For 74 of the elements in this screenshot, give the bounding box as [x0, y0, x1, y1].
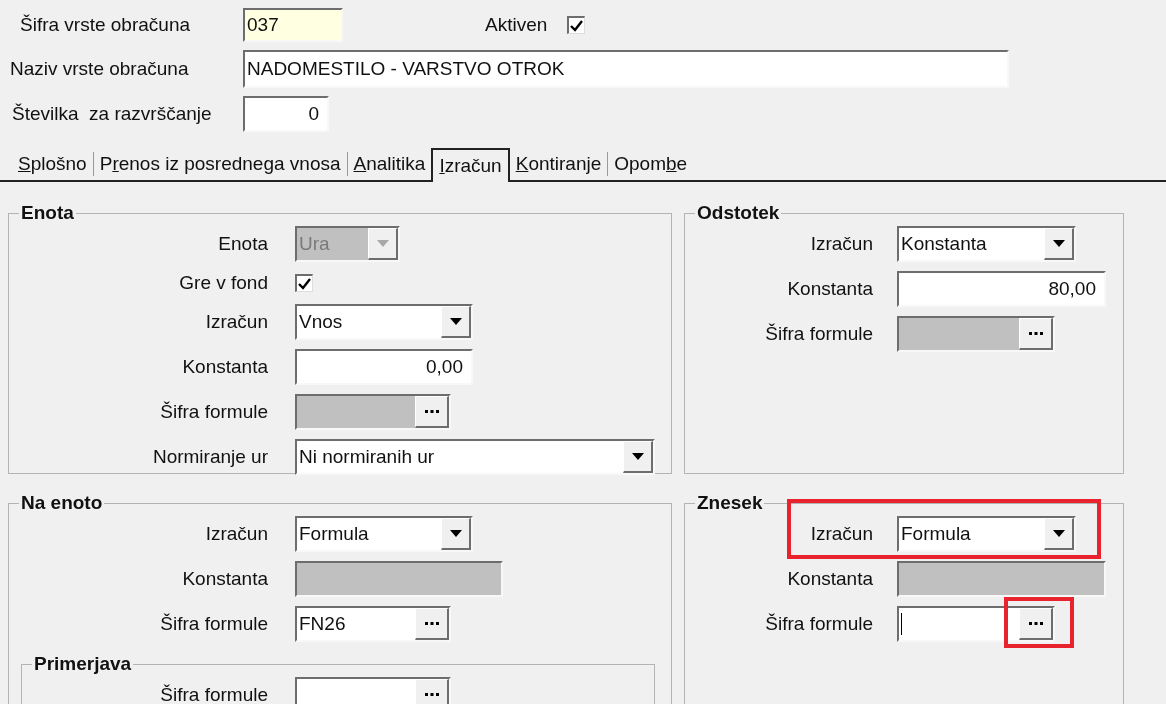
ellipsis-icon	[424, 692, 439, 697]
field-label: Normiranje ur	[151, 446, 268, 468]
field-label: Izračun	[809, 523, 873, 545]
caret-icon	[376, 240, 389, 247]
check-icon	[298, 277, 311, 290]
dropdown-value: Ni normiranih ur	[299, 446, 435, 468]
dropdown-field[interactable]: Konstanta	[897, 226, 1076, 262]
browse-button[interactable]	[415, 608, 449, 640]
group-title: Primerjava	[33, 655, 133, 673]
group-title: Znesek	[696, 494, 764, 512]
field-value: FN26	[299, 613, 346, 635]
ellipsis-icon	[1028, 621, 1043, 626]
field-label: Naziv vrste obračuna	[9, 58, 190, 80]
caret-icon	[1052, 240, 1065, 247]
ellipsis-icon	[424, 409, 439, 414]
browse-button[interactable]	[1019, 608, 1053, 640]
dropdown-field[interactable]: Formula	[295, 516, 473, 552]
dropdown-value: Konstanta	[901, 233, 987, 255]
ellipsis-icon	[1028, 331, 1043, 336]
code-field[interactable]: 037	[243, 8, 343, 42]
name-field[interactable]: NADOMESTILO - VARSTVO OTROK	[243, 50, 1009, 88]
caret-icon	[1052, 530, 1065, 537]
dropdown-button[interactable]	[623, 441, 653, 473]
field-label: Številka za razvrščanje	[11, 103, 213, 125]
field-label: Enota	[217, 233, 268, 255]
field-label: Šifra formule	[159, 613, 268, 635]
field-value: 80,00	[1048, 278, 1096, 300]
lookup-field[interactable]	[295, 677, 451, 704]
dropdown-value: Vnos	[299, 311, 343, 333]
lookup-field[interactable]: FN26	[295, 606, 451, 642]
field-value: 037	[247, 14, 279, 36]
check-icon	[570, 19, 583, 32]
field-label: Gre v fond	[178, 272, 268, 294]
number-field[interactable]: 80,00	[897, 271, 1106, 307]
tab[interactable]: Izračun	[431, 148, 510, 182]
caret-icon	[631, 453, 644, 460]
checkbox[interactable]	[567, 16, 585, 34]
checkbox[interactable]	[295, 274, 313, 292]
number-field[interactable]: 0,00	[295, 349, 473, 385]
field-label: Šifra formule	[764, 613, 873, 635]
dropdown-value: Formula	[299, 523, 369, 545]
field-value: 0	[308, 103, 319, 125]
field-label: Šifra formule	[764, 323, 873, 345]
dropdown-field[interactable]: Formula	[897, 516, 1076, 552]
field-label: Izračun	[809, 233, 873, 255]
dropdown-button[interactable]	[441, 518, 471, 550]
dropdown-button[interactable]	[1044, 518, 1074, 550]
field-label: Izračun	[204, 311, 268, 333]
dropdown-value: Ura	[299, 233, 330, 255]
group-title: Enota	[20, 204, 75, 222]
caret-icon	[449, 530, 462, 537]
browse-button[interactable]	[415, 679, 449, 704]
field-label: Šifra formule	[159, 401, 268, 423]
field-value: NADOMESTILO - VARSTVO OTROK	[247, 58, 565, 80]
dropdown-button[interactable]	[441, 306, 471, 338]
group-title: Na enoto	[20, 494, 104, 512]
caret-icon	[449, 318, 462, 325]
group-title: Odstotek	[696, 204, 781, 222]
dropdown-field[interactable]: Vnos	[295, 304, 473, 340]
ellipsis-icon	[424, 621, 439, 626]
field-label: Aktiven	[484, 14, 549, 36]
field-label: Konstanta	[181, 568, 268, 590]
dropdown-button[interactable]	[1044, 228, 1074, 260]
lookup-field[interactable]	[897, 606, 1055, 642]
field-label: Konstanta	[786, 278, 873, 300]
field-label: Konstanta	[181, 356, 268, 378]
field-label: Šifra vrste obračuna	[19, 14, 192, 36]
number-field[interactable]: 0	[243, 96, 329, 132]
dropdown-field[interactable]: Ni normiranih ur	[295, 439, 655, 475]
dropdown-value: Formula	[901, 523, 971, 545]
field-label: Konstanta	[786, 568, 873, 590]
field-value: 0,00	[426, 356, 463, 378]
field-label: Izračun	[204, 523, 268, 545]
field-label: Šifra formule	[159, 684, 268, 704]
